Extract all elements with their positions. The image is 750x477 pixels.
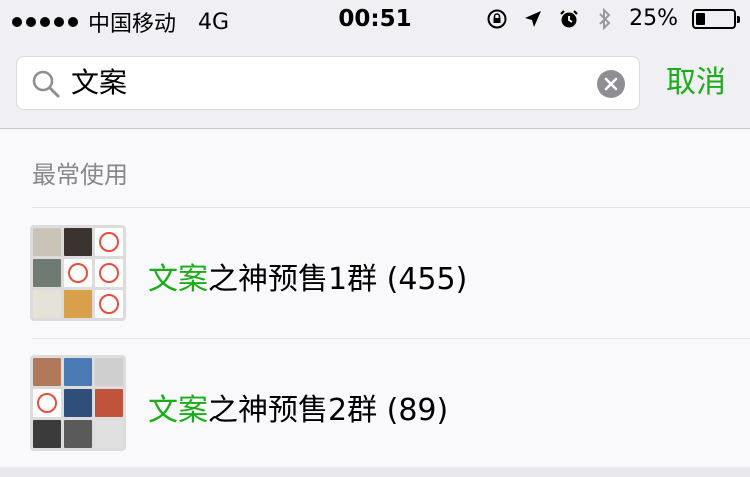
group-avatar bbox=[30, 355, 126, 451]
chat-title-rest: 之神预售1群 (455) bbox=[208, 262, 468, 297]
cancel-button[interactable]: 取消 bbox=[666, 42, 726, 124]
avatar-tile bbox=[95, 420, 123, 448]
results-section: 最常使用 文案之神预售1群 (455) 文案之神预售2群 (89) bbox=[0, 129, 750, 467]
highlight-text: 文案 bbox=[148, 393, 208, 428]
list-item[interactable]: 文案之神预售2群 (89) bbox=[0, 339, 750, 469]
avatar-tile bbox=[95, 228, 123, 256]
location-arrow-icon bbox=[521, 7, 545, 31]
avatar-tile bbox=[33, 420, 61, 448]
avatar-tile bbox=[33, 228, 61, 256]
avatar-tile bbox=[64, 228, 92, 256]
avatar-tile bbox=[64, 358, 92, 386]
avatar-tile bbox=[33, 290, 61, 318]
avatar-tile bbox=[64, 389, 92, 417]
section-header: 最常使用 bbox=[32, 161, 128, 189]
avatar-tile bbox=[33, 259, 61, 287]
battery-icon bbox=[692, 8, 740, 29]
avatar-tile bbox=[33, 389, 61, 417]
avatar-tile bbox=[95, 259, 123, 287]
lock-rotation-icon bbox=[485, 7, 509, 31]
chat-title: 文案之神预售1群 (455) bbox=[148, 254, 467, 298]
status-right: 25% bbox=[485, 6, 740, 31]
bluetooth-icon bbox=[593, 7, 617, 31]
highlight-text: 文案 bbox=[148, 262, 208, 297]
group-avatar bbox=[30, 225, 126, 321]
clear-icon[interactable] bbox=[597, 70, 625, 98]
search-input[interactable]: 文案 bbox=[16, 56, 640, 110]
chat-title-rest: 之神预售2群 (89) bbox=[208, 393, 449, 428]
status-bar: 中国移动 4G 00:51 25% bbox=[0, 0, 750, 42]
search-bar-row: 文案 取消 bbox=[0, 42, 750, 129]
chat-title: 文案之神预售2群 (89) bbox=[148, 385, 448, 429]
search-icon bbox=[31, 69, 61, 99]
alarm-icon bbox=[557, 7, 581, 31]
battery-percentage: 25% bbox=[629, 6, 678, 31]
avatar-tile bbox=[95, 389, 123, 417]
avatar-tile bbox=[64, 290, 92, 318]
avatar-tile bbox=[64, 420, 92, 448]
search-query: 文案 bbox=[71, 66, 128, 99]
list-item[interactable]: 文案之神预售1群 (455) bbox=[0, 208, 750, 338]
bottom-separator bbox=[0, 467, 750, 477]
avatar-tile bbox=[33, 358, 61, 386]
avatar-tile bbox=[64, 259, 92, 287]
avatar-tile bbox=[95, 358, 123, 386]
avatar-tile bbox=[95, 290, 123, 318]
